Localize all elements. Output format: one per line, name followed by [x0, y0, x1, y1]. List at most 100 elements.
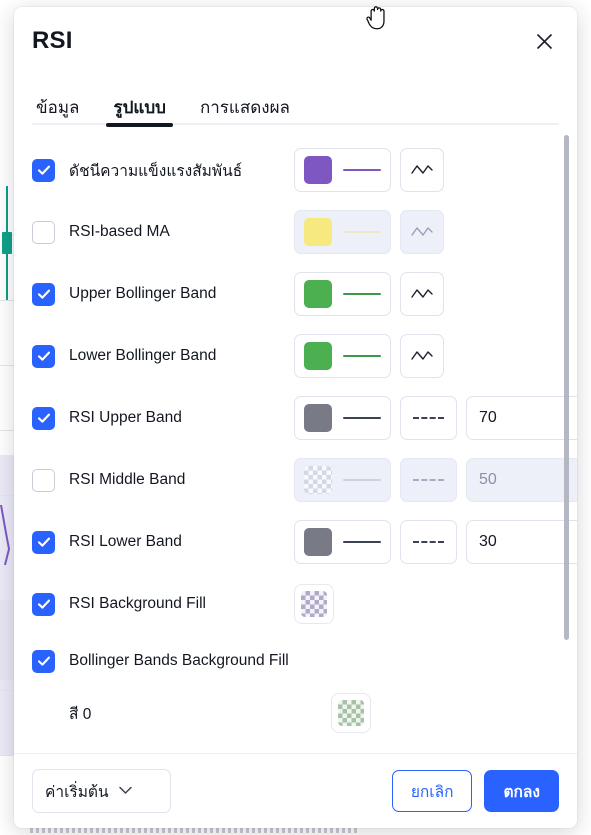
dialog-footer: ค่าเริ่มต้น ยกเลิก ตกลง [14, 753, 577, 828]
row-color-0: สี 0 [32, 687, 559, 739]
color-picker-rsi-background-fill[interactable] [294, 584, 334, 624]
line-style-button-rsi-middle-band[interactable] [400, 458, 457, 502]
line-preview [343, 479, 381, 481]
row-lead: RSI Upper Band [32, 406, 294, 430]
line-preview [343, 417, 381, 419]
row-controls [294, 520, 577, 564]
line-style-button-relative-strength-index[interactable] [400, 148, 444, 192]
row-controls [294, 396, 577, 440]
row-controls [331, 693, 371, 733]
close-icon [534, 31, 555, 52]
wave-line-icon [411, 351, 433, 360]
ok-button[interactable]: ตกลง [484, 770, 559, 812]
check-icon [37, 413, 50, 423]
transparency-swatch [338, 700, 364, 726]
color-swatch [304, 528, 332, 556]
line-preview [343, 169, 381, 171]
tab-inputs[interactable]: ข้อมูล [32, 99, 83, 127]
color-swatch [304, 280, 332, 308]
value-input-rsi-middle-band[interactable] [466, 458, 577, 502]
row-controls [294, 272, 444, 316]
tab-visibility[interactable]: การแสดงผล [196, 99, 294, 127]
tab-style[interactable]: รูปแบบ [106, 99, 174, 127]
settings-rows: ดัชนีความแข็งแรงสัมพันธ์ RSI-based MA Up… [14, 139, 577, 739]
row-lead: Bollinger Bands Background Fill [32, 649, 289, 673]
scrollbar-track[interactable] [564, 131, 573, 747]
line-style-button-upper-bollinger-band[interactable] [400, 272, 444, 316]
line-preview [343, 293, 381, 295]
dashed-line-icon [413, 541, 444, 543]
row-relative-strength-index: ดัชนีความแข็งแรงสัมพันธ์ [32, 139, 559, 201]
row-label: RSI Lower Band [69, 533, 182, 550]
row-lead: RSI Middle Band [32, 468, 294, 492]
color-picker-rsi-based-ma[interactable] [294, 210, 391, 254]
color-picker-color-0[interactable] [331, 693, 371, 733]
checkbox-relative-strength-index[interactable] [32, 158, 55, 182]
backdrop-teal-marker [2, 232, 12, 254]
row-rsi-middle-band: RSI Middle Band [32, 449, 577, 511]
value-input-rsi-lower-band[interactable] [466, 520, 577, 564]
color-picker-rsi-middle-band[interactable] [294, 458, 391, 502]
row-lead: RSI Background Fill [32, 592, 294, 616]
row-lead: RSI Lower Band [32, 530, 294, 554]
line-style-button-rsi-lower-band[interactable] [400, 520, 457, 564]
row-label: RSI Middle Band [69, 471, 186, 488]
line-style-button-lower-bollinger-band[interactable] [400, 334, 444, 378]
row-lead: Lower Bollinger Band [32, 344, 294, 368]
color-picker-upper-bollinger-band[interactable] [294, 272, 391, 316]
row-label: Bollinger Bands Background Fill [69, 652, 289, 669]
row-label: สี 0 [69, 705, 92, 723]
check-icon [37, 537, 50, 547]
row-label: RSI-based MA [69, 223, 170, 240]
checkbox-rsi-upper-band[interactable] [32, 406, 55, 430]
row-label: RSI Upper Band [69, 409, 182, 426]
row-label: Lower Bollinger Band [69, 347, 217, 364]
row-bollinger-bands-background-fill: Bollinger Bands Background Fill [32, 635, 559, 687]
color-picker-lower-bollinger-band[interactable] [294, 334, 391, 378]
color-picker-rsi-upper-band[interactable] [294, 396, 391, 440]
value-input-rsi-upper-band[interactable] [466, 396, 577, 440]
check-icon [37, 351, 50, 361]
color-picker-rsi-lower-band[interactable] [294, 520, 391, 564]
check-icon [37, 289, 50, 299]
row-upper-bollinger-band: Upper Bollinger Band [32, 263, 559, 325]
wave-line-icon [411, 227, 433, 236]
row-controls [294, 148, 444, 192]
transparency-swatch [301, 591, 327, 617]
scrollbar-thumb[interactable] [564, 135, 569, 640]
checkbox-rsi-lower-band[interactable] [32, 530, 55, 554]
page-title: RSI [32, 27, 73, 54]
line-preview [343, 355, 381, 357]
rsi-settings-dialog: RSI ข้อมูล รูปแบบ การแสดงผล ดัชนีความแข็… [14, 7, 577, 828]
checkbox-bollinger-bands-background-fill[interactable] [32, 649, 55, 673]
dashed-line-icon [413, 417, 444, 419]
row-rsi-background-fill: RSI Background Fill [32, 573, 559, 635]
color-swatch-transparent [304, 466, 332, 494]
cancel-button[interactable]: ยกเลิก [391, 770, 473, 812]
check-icon [37, 599, 50, 609]
check-icon [37, 165, 50, 175]
wave-line-icon [411, 289, 433, 298]
checkbox-upper-bollinger-band[interactable] [32, 282, 55, 306]
color-swatch [304, 342, 332, 370]
row-lead: ดัชนีความแข็งแรงสัมพันธ์ [32, 158, 294, 183]
defaults-label: ค่าเริ่มต้น [45, 783, 109, 801]
row-rsi-lower-band: RSI Lower Band [32, 511, 577, 573]
row-label: Upper Bollinger Band [69, 285, 217, 302]
check-icon [37, 656, 50, 666]
checkbox-rsi-middle-band[interactable] [32, 468, 55, 492]
close-button[interactable] [527, 24, 561, 58]
line-preview [343, 231, 381, 233]
color-picker-relative-strength-index[interactable] [294, 148, 391, 192]
settings-scroll-area[interactable]: ดัชนีความแข็งแรงสัมพันธ์ RSI-based MA Up… [14, 127, 577, 753]
line-style-button-rsi-based-ma[interactable] [400, 210, 444, 254]
checkbox-lower-bollinger-band[interactable] [32, 344, 55, 368]
row-rsi-upper-band: RSI Upper Band [32, 387, 577, 449]
row-lead: สี 0 [32, 701, 331, 726]
checkbox-rsi-background-fill[interactable] [32, 592, 55, 616]
checkbox-rsi-based-ma[interactable] [32, 220, 55, 244]
row-label: ดัชนีความแข็งแรงสัมพันธ์ [69, 162, 243, 180]
defaults-dropdown[interactable]: ค่าเริ่มต้น [32, 769, 171, 813]
dashed-line-icon [413, 479, 444, 481]
line-style-button-rsi-upper-band[interactable] [400, 396, 457, 440]
